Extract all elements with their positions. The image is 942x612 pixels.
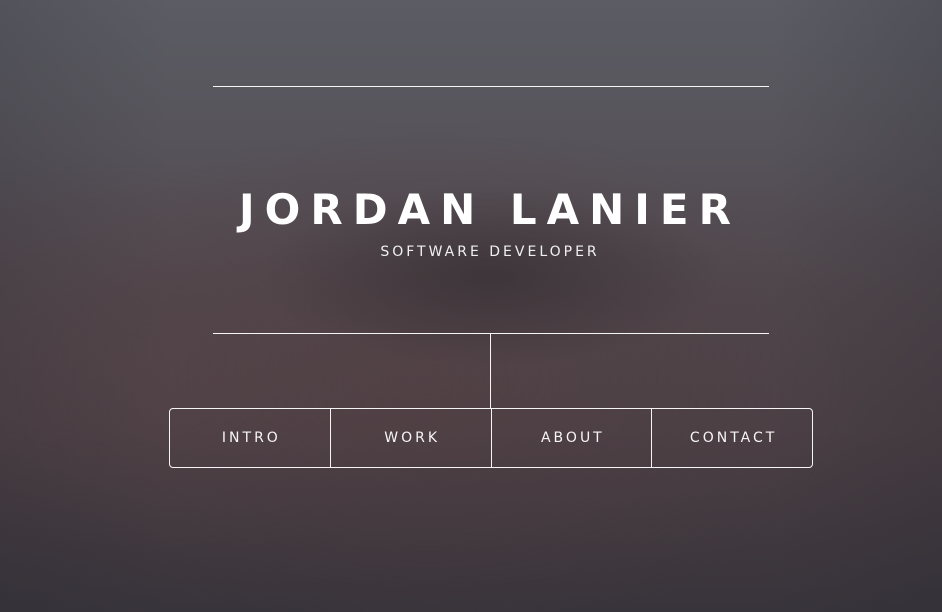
top-divider	[213, 86, 769, 87]
bottom-divider	[213, 333, 769, 334]
page-subtitle: SOFTWARE DEVELOPER	[380, 244, 600, 260]
nav-item-intro[interactable]: INTRO	[170, 409, 330, 467]
nav-item-work[interactable]: WORK	[329, 409, 491, 467]
page-title: JORDAN LANIER	[239, 185, 741, 235]
nav-connector-line	[490, 334, 491, 408]
main-nav: INTRO WORK ABOUT CONTACT	[169, 408, 813, 468]
nav-item-about[interactable]: ABOUT	[490, 409, 652, 467]
background	[0, 0, 942, 612]
nav-item-contact[interactable]: CONTACT	[651, 409, 812, 467]
